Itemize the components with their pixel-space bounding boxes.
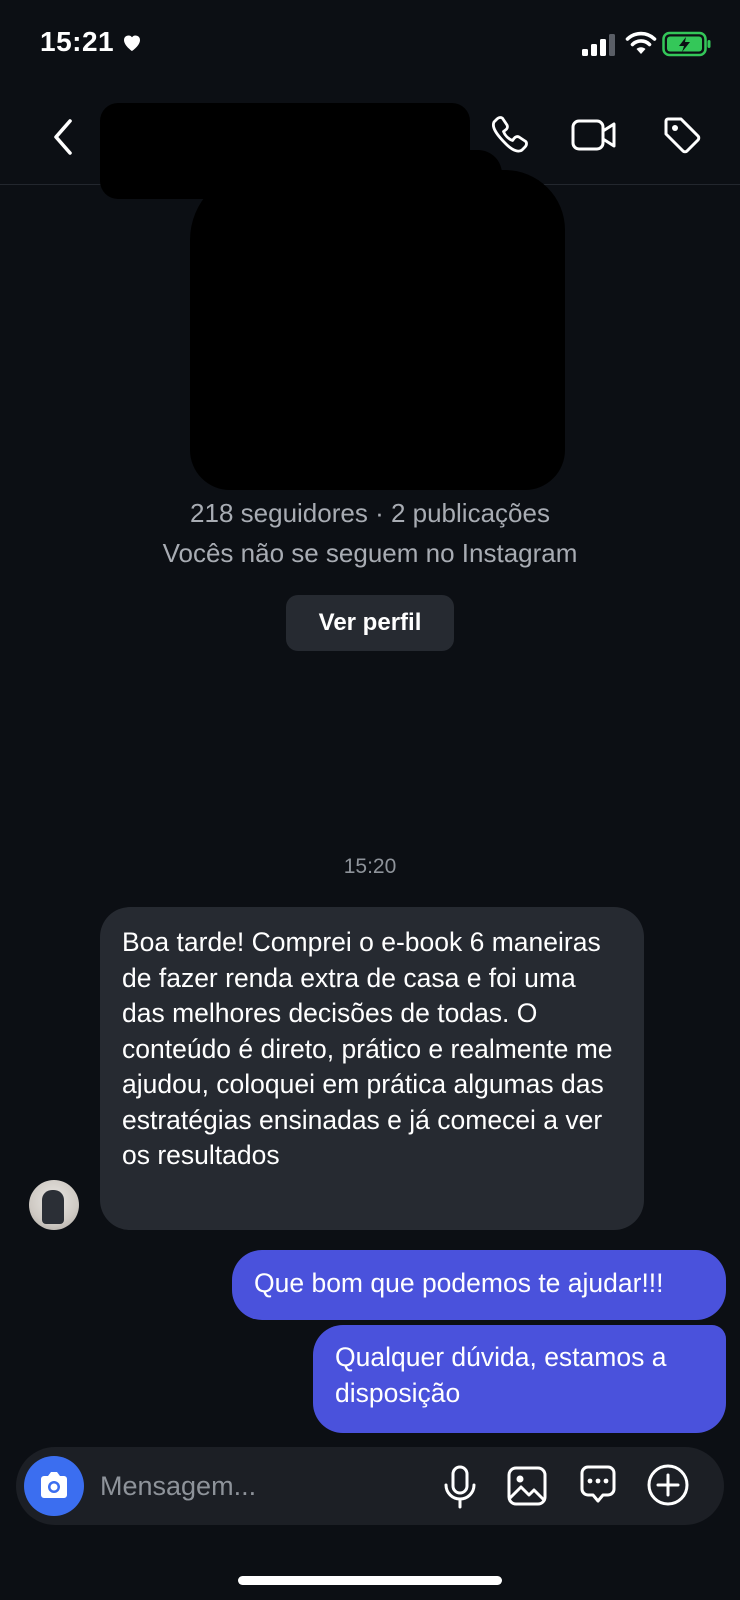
sender-avatar[interactable] [29, 1180, 79, 1230]
sticker-chat-icon[interactable] [576, 1463, 620, 1507]
microphone-icon[interactable] [440, 1465, 480, 1509]
home-indicator[interactable] [238, 1576, 502, 1585]
message-input[interactable] [100, 1465, 420, 1507]
status-bar: 15:21 [0, 0, 740, 90]
heart-icon [124, 35, 141, 51]
profile-stats: 218 seguidores · 2 publicações [190, 498, 550, 528]
clock-text: 15:21 [40, 26, 115, 57]
follow-status: Vocês não se seguem no Instagram [162, 538, 578, 568]
image-gallery-icon[interactable] [506, 1465, 548, 1507]
plus-circle-icon[interactable] [646, 1463, 690, 1507]
message-composer [16, 1447, 724, 1525]
view-profile-button[interactable]: Ver perfil [286, 595, 454, 651]
phone-icon[interactable] [488, 113, 532, 157]
tag-icon[interactable] [660, 113, 704, 157]
message-timestamp: 15:20 [343, 855, 397, 878]
battery-charging-icon [662, 31, 711, 57]
redacted-profile-photo [190, 170, 565, 490]
wifi-icon [625, 31, 657, 54]
outgoing-message[interactable]: Qualquer dúvida, estamos a disposição [313, 1325, 726, 1433]
camera-icon [41, 1472, 67, 1498]
chevron-left-icon[interactable] [46, 115, 82, 159]
incoming-message[interactable]: Boa tarde! Comprei o e-book 6 maneiras d… [100, 907, 644, 1230]
status-time: 15:21 [40, 26, 144, 58]
outgoing-message[interactable]: Que bom que podemos te ajudar!!! [232, 1250, 726, 1320]
video-camera-icon[interactable] [570, 115, 618, 155]
cellular-signal-icon [582, 34, 615, 56]
camera-button[interactable] [24, 1456, 84, 1516]
